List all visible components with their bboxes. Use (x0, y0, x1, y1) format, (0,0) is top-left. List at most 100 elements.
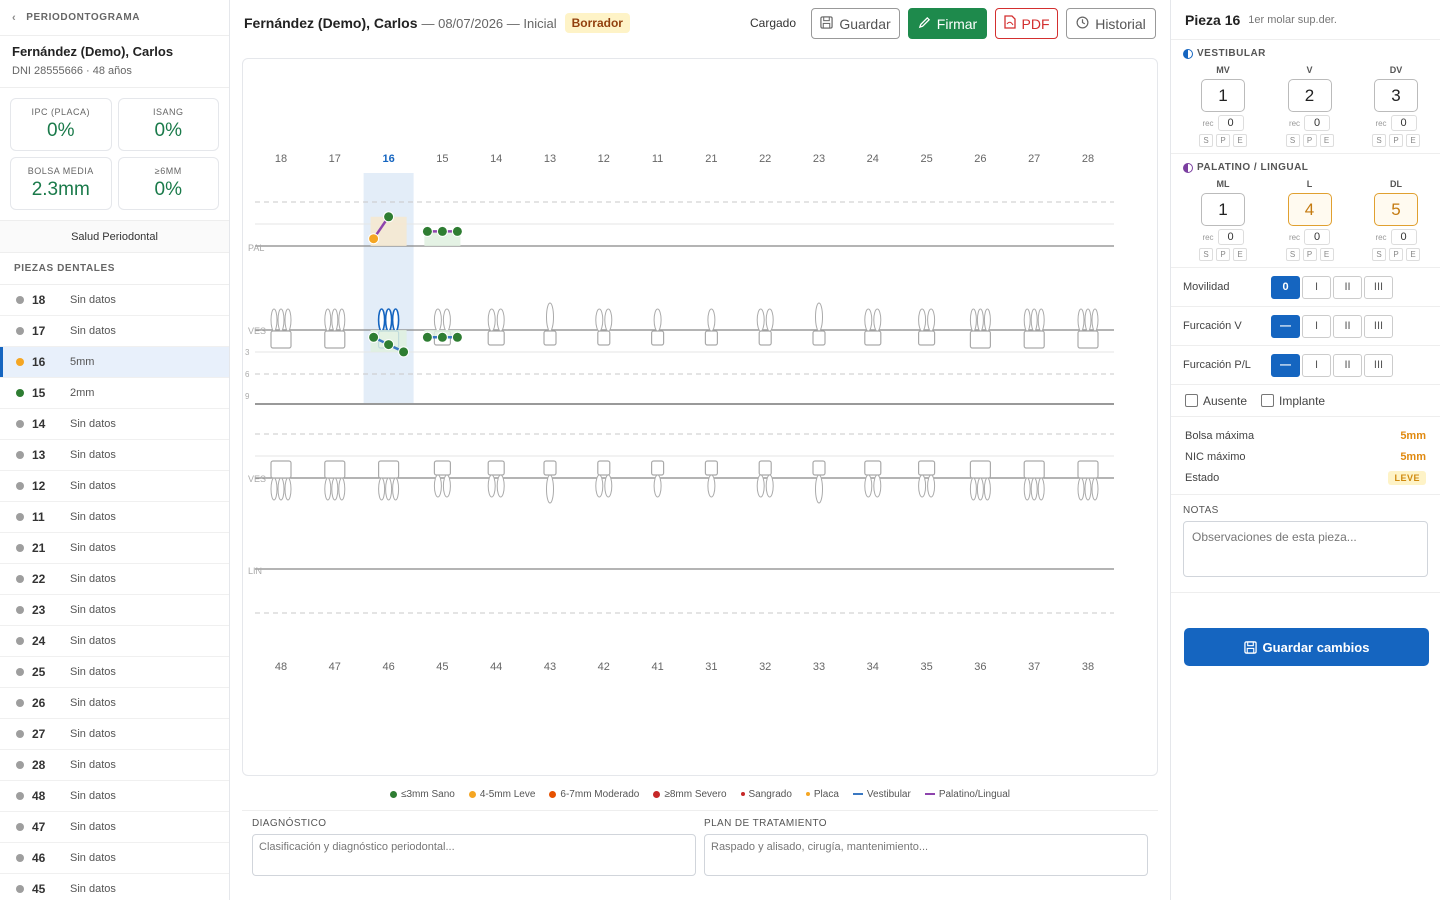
tooth-list-item[interactable]: 23 Sin datos (0, 595, 229, 626)
tooth-diagram[interactable] (324, 308, 346, 349)
tooth-diagram[interactable] (543, 302, 557, 346)
tooth-list-item[interactable]: 45 Sin datos (0, 874, 229, 900)
palatal-point[interactable] (436, 225, 448, 237)
tooth-diagram[interactable] (917, 460, 936, 498)
depth-input[interactable]: 1 (1201, 79, 1245, 112)
vestibular-point[interactable] (436, 331, 448, 343)
spe-toggle[interactable]: S (1199, 248, 1213, 261)
segment-option[interactable]: I (1302, 275, 1331, 299)
tooth-list-item[interactable]: 21 Sin datos (0, 533, 229, 564)
vestibular-point[interactable] (398, 346, 410, 358)
spe-toggle[interactable]: S (1285, 248, 1300, 261)
tooth-list-item[interactable]: 24 Sin datos (0, 626, 229, 657)
recession-input[interactable]: 0 (1304, 115, 1331, 131)
spe-toggle[interactable]: E (1319, 248, 1334, 261)
diagnosis-textarea[interactable] (252, 834, 696, 876)
spe-toggle[interactable]: E (1233, 134, 1247, 147)
segment-option[interactable]: III (1364, 353, 1393, 377)
tooth-list-item[interactable]: 15 2mm (0, 378, 229, 409)
tooth-diagram[interactable] (378, 460, 400, 501)
tooth-diagram[interactable] (917, 308, 936, 346)
recession-input[interactable]: 0 (1304, 229, 1331, 245)
tooth-list-item[interactable]: 27 Sin datos (0, 719, 229, 750)
save-changes-button[interactable]: Guardar cambios (1184, 628, 1429, 666)
segment-option[interactable]: — (1271, 353, 1300, 377)
save-button[interactable]: Guardar (811, 8, 900, 39)
vestibular-point[interactable] (421, 331, 433, 343)
spe-toggle[interactable]: P (1302, 134, 1317, 147)
tooth-diagram[interactable] (864, 308, 882, 346)
spe-toggle[interactable]: E (1233, 248, 1247, 261)
segment-option[interactable]: II (1333, 314, 1362, 338)
segment-option[interactable]: II (1333, 353, 1362, 377)
palatal-point[interactable] (421, 225, 433, 237)
tooth-diagram[interactable] (324, 460, 346, 501)
spe-toggle[interactable]: S (1372, 248, 1386, 261)
tooth-diagram[interactable] (704, 460, 718, 498)
tooth-diagram[interactable] (969, 308, 992, 349)
tooth-diagram[interactable] (756, 308, 774, 346)
tooth-list-item[interactable]: 14 Sin datos (0, 409, 229, 440)
tooth-diagram[interactable] (1023, 308, 1045, 349)
tooth-diagram[interactable] (1077, 308, 1099, 349)
recession-input[interactable]: 0 (1390, 229, 1417, 245)
recession-input[interactable]: 0 (1390, 115, 1417, 131)
depth-input[interactable]: 5 (1374, 193, 1418, 226)
segment-option[interactable]: III (1364, 275, 1393, 299)
tooth-diagram[interactable] (756, 460, 774, 498)
tooth-list-item[interactable]: 22 Sin datos (0, 564, 229, 595)
vestibular-point[interactable] (451, 331, 463, 343)
implant-checkbox[interactable]: Implante (1261, 394, 1325, 408)
tooth-list-item[interactable]: 13 Sin datos (0, 440, 229, 471)
tooth-diagram[interactable] (595, 308, 613, 346)
segment-option[interactable]: 0 (1271, 275, 1300, 299)
tooth-diagram[interactable] (969, 460, 992, 501)
vestibular-point[interactable] (383, 339, 395, 351)
spe-toggle[interactable]: S (1372, 134, 1386, 147)
tooth-list-item[interactable]: 46 Sin datos (0, 843, 229, 874)
tooth-diagram[interactable] (595, 460, 613, 498)
notes-textarea[interactable] (1183, 521, 1428, 577)
tooth-diagram[interactable] (864, 460, 882, 498)
tooth-diagram[interactable] (433, 460, 451, 498)
segment-option[interactable]: III (1364, 314, 1393, 338)
absent-checkbox[interactable]: Ausente (1185, 394, 1247, 408)
tooth-list-item[interactable]: 11 Sin datos (0, 502, 229, 533)
depth-input[interactable]: 3 (1374, 79, 1418, 112)
spe-toggle[interactable]: P (1216, 134, 1230, 147)
checkbox-box[interactable] (1261, 394, 1275, 407)
depth-input[interactable]: 2 (1287, 79, 1332, 112)
spe-toggle[interactable]: P (1389, 248, 1403, 261)
treatment-textarea[interactable] (704, 834, 1148, 876)
periodontogram-svg[interactable]: PALVESVESLIN36918 17 16 15 14 13 12 11 21 22 23 24 2… (243, 59, 1158, 776)
spe-toggle[interactable]: P (1302, 248, 1317, 261)
palatal-point[interactable] (368, 233, 380, 245)
tooth-list-item[interactable]: 18 Sin datos (0, 285, 229, 316)
spe-toggle[interactable]: E (1319, 134, 1334, 147)
tooth-list-item[interactable]: 16 5mm (0, 347, 229, 378)
recession-input[interactable]: 0 (1217, 115, 1244, 131)
depth-input[interactable]: 4 (1287, 193, 1332, 226)
tooth-diagram[interactable] (270, 460, 292, 501)
tooth-list-item[interactable]: 25 Sin datos (0, 657, 229, 688)
tooth-list-item[interactable]: 12 Sin datos (0, 471, 229, 502)
palatal-point[interactable] (451, 225, 463, 237)
segment-option[interactable]: I (1302, 353, 1331, 377)
tooth-list-item[interactable]: 28 Sin datos (0, 750, 229, 781)
palatal-point[interactable] (383, 211, 395, 223)
tooth-diagram[interactable] (1023, 460, 1045, 501)
tooth-diagram[interactable] (487, 308, 505, 346)
tooth-diagram[interactable] (543, 460, 557, 504)
spe-toggle[interactable]: S (1285, 134, 1300, 147)
tooth-diagram[interactable] (270, 308, 292, 349)
history-button[interactable]: Historial (1066, 8, 1156, 39)
back-chevron-icon[interactable]: ‹ (12, 12, 16, 24)
pdf-button[interactable]: PDF (995, 8, 1058, 39)
spe-toggle[interactable]: S (1199, 134, 1213, 147)
spe-toggle[interactable]: P (1389, 134, 1403, 147)
tooth-list-item[interactable]: 17 Sin datos (0, 316, 229, 347)
tooth-list-item[interactable]: 48 Sin datos (0, 781, 229, 812)
spe-toggle[interactable]: E (1406, 134, 1420, 147)
periodontogram-chart[interactable]: PAL VES VES LIN 3 6 9 18 17 16 15 14 13 12 11 21 22 23 24 2… (242, 58, 1158, 776)
spe-toggle[interactable]: E (1406, 248, 1420, 261)
